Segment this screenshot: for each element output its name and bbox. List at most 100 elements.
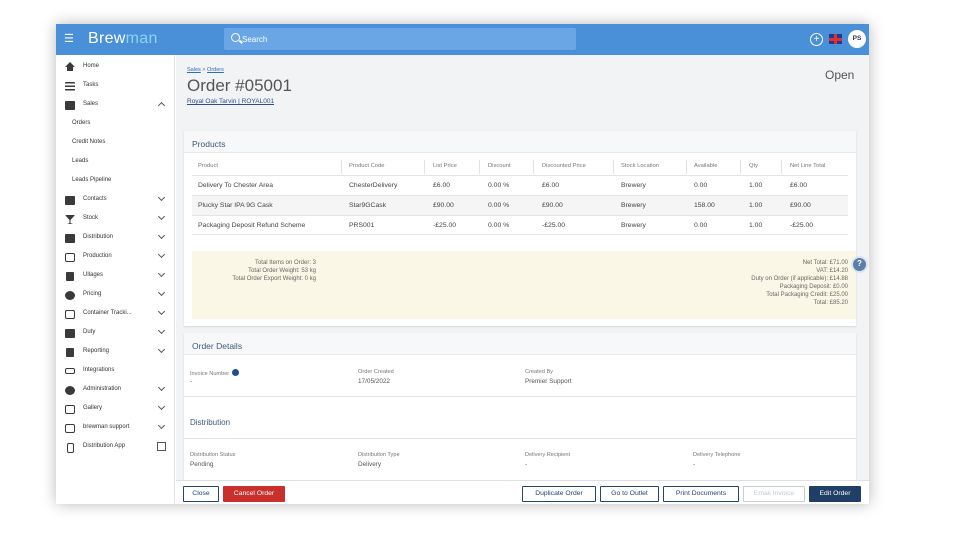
distribution-type-label: Distribution Type bbox=[358, 452, 400, 458]
col-available[interactable]: Available bbox=[694, 163, 717, 169]
gallery-icon bbox=[65, 405, 75, 414]
production-icon bbox=[65, 253, 75, 262]
search-input[interactable] bbox=[242, 32, 542, 46]
sidebar-item-leads[interactable]: Leads bbox=[56, 153, 175, 172]
uk-flag-icon[interactable] bbox=[829, 34, 842, 44]
created-by-label: Created By bbox=[525, 369, 553, 375]
sidebar-item-container-tracking[interactable]: Container Tracki... bbox=[56, 305, 175, 324]
sidebar-item-leads-pipeline[interactable]: Leads Pipeline bbox=[56, 172, 175, 191]
chevron-down-icon bbox=[157, 193, 166, 202]
order-created-value: 17/05/2022 bbox=[358, 378, 390, 385]
sidebar-item-home[interactable]: Home bbox=[56, 58, 175, 77]
order-status: Open bbox=[825, 68, 855, 82]
order-totals: Total Items on Order: 3 Total Order Weig… bbox=[192, 251, 856, 319]
distribution-status-label: Distribution Status bbox=[190, 452, 236, 458]
distribution-title: Distribution bbox=[190, 418, 231, 427]
col-list-price[interactable]: List Price bbox=[433, 163, 457, 169]
pricing-icon bbox=[65, 291, 75, 300]
cancel-order-button[interactable]: Cancel Order bbox=[223, 486, 285, 502]
sidebar-item-ullages[interactable]: Ullages bbox=[56, 267, 175, 286]
sidebar: Home Tasks Sales Orders Credit Notes Lea… bbox=[56, 55, 175, 504]
truck-icon bbox=[65, 234, 75, 243]
col-product[interactable]: Product bbox=[198, 163, 218, 169]
products-card: Products Product Product Code List Price… bbox=[184, 131, 856, 326]
invoice-number-label: Invoice Number bbox=[190, 369, 240, 377]
distribution-status-value: Pending bbox=[190, 461, 214, 468]
help-icon[interactable] bbox=[851, 256, 868, 273]
search-bar[interactable] bbox=[224, 28, 576, 50]
close-button[interactable]: Close bbox=[183, 486, 219, 502]
sidebar-item-sales[interactable]: Sales bbox=[56, 96, 175, 115]
col-discount[interactable]: Discount bbox=[488, 163, 511, 169]
sidebar-item-gallery[interactable]: Gallery bbox=[56, 400, 175, 419]
sidebar-item-duty[interactable]: Duty bbox=[56, 324, 175, 343]
chevron-up-icon bbox=[157, 101, 166, 110]
col-qty[interactable]: Qty bbox=[749, 163, 758, 169]
distribution-type-value: Delivery bbox=[358, 461, 382, 468]
info-icon[interactable] bbox=[232, 369, 240, 376]
col-stock-location[interactable]: Stock Location bbox=[621, 163, 659, 169]
add-icon[interactable]: + bbox=[810, 33, 823, 46]
chevron-down-icon bbox=[157, 212, 166, 221]
breadcrumb-sales[interactable]: Sales bbox=[187, 67, 201, 73]
edit-order-button[interactable]: Edit Order bbox=[809, 486, 861, 502]
col-discounted-price[interactable]: Discounted Price bbox=[542, 163, 586, 169]
sidebar-item-administration[interactable]: Administration bbox=[56, 381, 175, 400]
chevron-down-icon bbox=[157, 269, 166, 278]
table-row[interactable]: Delivery To Chester Area ChesterDelivery… bbox=[192, 175, 848, 195]
sidebar-item-brewman-support[interactable]: brewman support bbox=[56, 419, 175, 438]
chevron-down-icon bbox=[157, 345, 166, 354]
print-documents-button[interactable]: Print Documents bbox=[663, 486, 739, 502]
sidebar-item-orders[interactable]: Orders bbox=[56, 115, 175, 134]
sidebar-item-distribution-app[interactable]: Distribution App bbox=[56, 438, 175, 457]
chevron-down-icon bbox=[157, 288, 166, 297]
sidebar-item-stock[interactable]: Stock bbox=[56, 210, 175, 229]
sidebar-item-contacts[interactable]: Contacts bbox=[56, 191, 175, 210]
chevron-down-icon bbox=[157, 383, 166, 392]
col-net-line-total[interactable]: Net Line Total bbox=[790, 163, 825, 169]
order-created-label: Order Created bbox=[358, 369, 394, 375]
delivery-recipient-value: - bbox=[525, 461, 528, 468]
chevron-down-icon bbox=[157, 250, 166, 259]
chevron-down-icon bbox=[157, 231, 166, 240]
sidebar-item-credit-notes[interactable]: Credit Notes bbox=[56, 134, 175, 153]
target-icon bbox=[65, 310, 75, 319]
list-icon bbox=[65, 82, 75, 91]
main-content: Sales > Orders Order #05001 Royal Oak Ta… bbox=[176, 55, 869, 484]
bin-icon bbox=[66, 272, 74, 281]
sidebar-item-tasks[interactable]: Tasks bbox=[56, 77, 175, 96]
duplicate-order-button[interactable]: Duplicate Order bbox=[522, 486, 596, 502]
sidebar-item-reporting[interactable]: Reporting bbox=[56, 343, 175, 362]
table-row[interactable]: Plucky Star IPA 9G Cask Star9GCask £90.0… bbox=[192, 195, 848, 215]
menu-icon[interactable]: ☰ bbox=[64, 33, 74, 45]
sidebar-item-distribution[interactable]: Distribution bbox=[56, 229, 175, 248]
basket-icon bbox=[65, 101, 75, 110]
go-to-outlet-button[interactable]: Go to Outlet bbox=[600, 486, 659, 502]
col-product-code[interactable]: Product Code bbox=[349, 163, 384, 169]
breadcrumb: Sales > Orders bbox=[187, 67, 224, 73]
link-icon bbox=[65, 368, 75, 374]
invoice-number-value: - bbox=[190, 378, 193, 385]
top-bar: ☰ Brewman + PS bbox=[56, 24, 869, 55]
glass-icon bbox=[65, 215, 75, 224]
external-link-icon[interactable] bbox=[157, 442, 166, 451]
support-icon bbox=[65, 424, 75, 433]
chevron-down-icon bbox=[157, 402, 166, 411]
table-row[interactable]: Packaging Deposit Refund Scheme PRS001 -… bbox=[192, 215, 848, 235]
gear-icon bbox=[65, 386, 75, 395]
chevron-down-icon bbox=[157, 421, 166, 430]
user-avatar[interactable]: PS bbox=[848, 30, 866, 48]
breadcrumb-orders[interactable]: Orders bbox=[207, 67, 224, 73]
email-invoice-button[interactable]: Email Invoice bbox=[743, 486, 805, 502]
report-icon bbox=[66, 348, 74, 357]
chevron-down-icon bbox=[157, 307, 166, 316]
customer-link[interactable]: Royal Oak Tarvin | ROYAL001 bbox=[187, 98, 274, 105]
sidebar-item-integrations[interactable]: Integrations bbox=[56, 362, 175, 381]
duty-icon bbox=[65, 329, 75, 338]
sidebar-item-pricing[interactable]: Pricing bbox=[56, 286, 175, 305]
delivery-telephone-label: Delivery Telephone bbox=[693, 452, 741, 458]
brewman-logo[interactable]: Brewman bbox=[88, 30, 158, 48]
search-icon bbox=[231, 33, 240, 42]
order-details-card: Order Details Invoice Number - Order Cre… bbox=[184, 333, 856, 484]
sidebar-item-production[interactable]: Production bbox=[56, 248, 175, 267]
